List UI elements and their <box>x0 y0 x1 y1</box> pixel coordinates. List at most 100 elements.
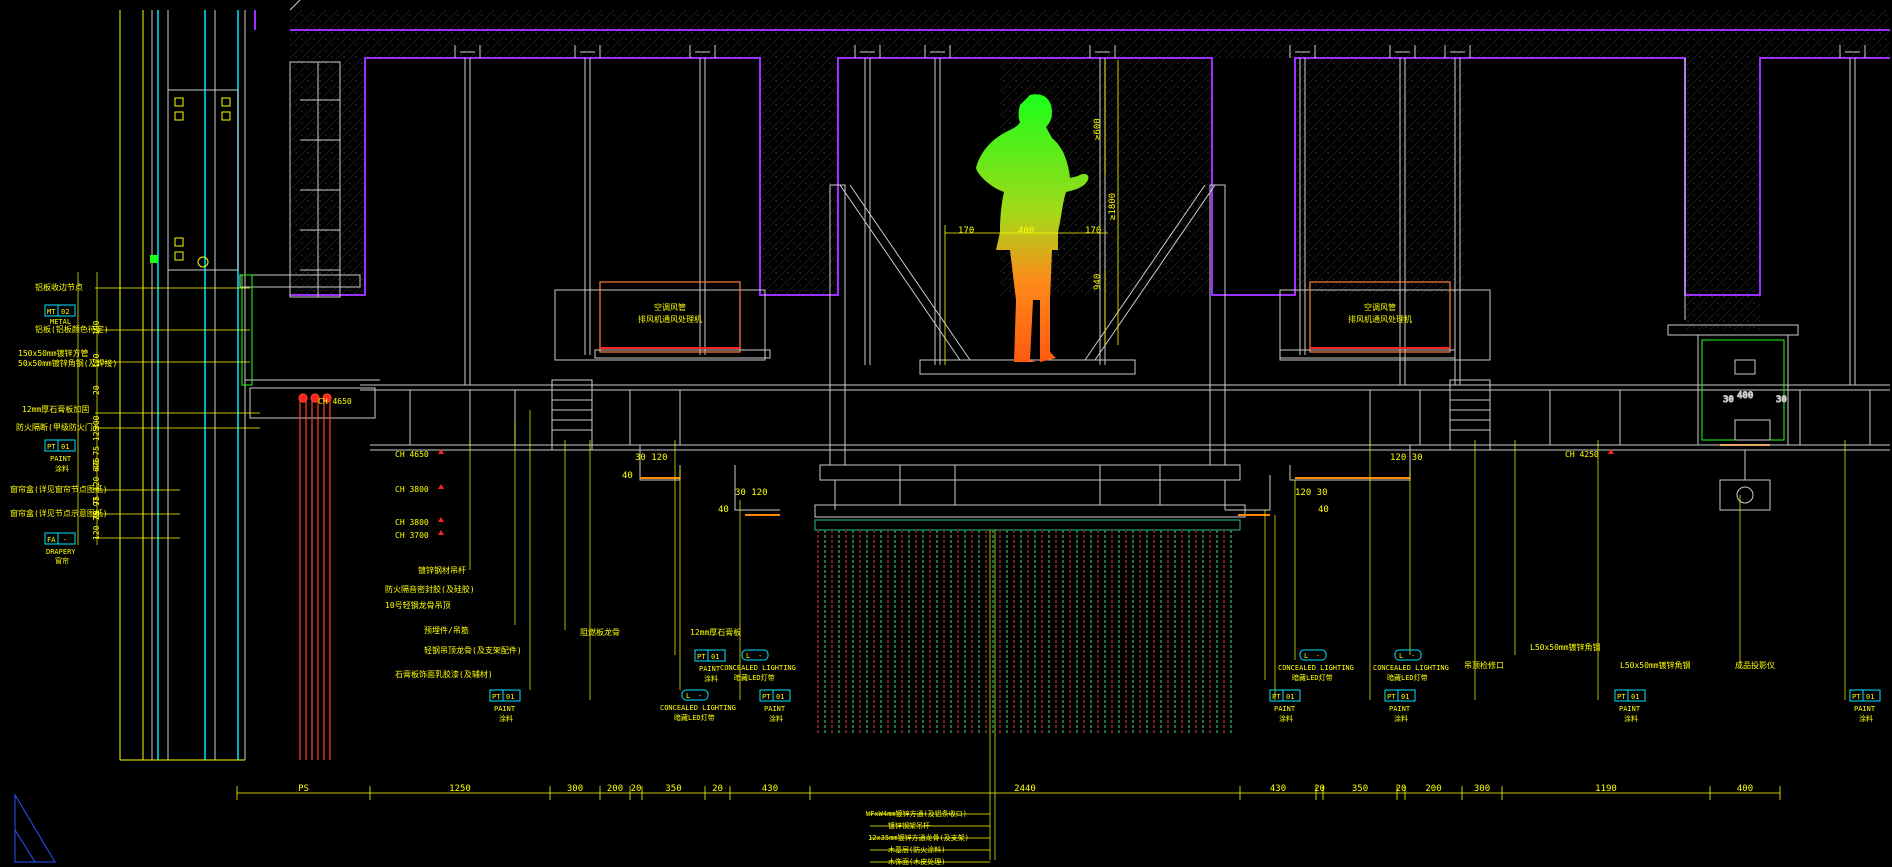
paint-text: PAINT <box>1619 705 1641 713</box>
concealed-text: CONCEALED LIGHTING <box>660 704 736 712</box>
right-note-4: 成品投影仪 <box>1735 660 1775 670</box>
ch-markers <box>438 449 1614 535</box>
pt-tag-num: 01 <box>711 653 719 661</box>
paint-cn: 涂料 <box>55 464 69 473</box>
left-dim-3: 20 <box>92 385 101 395</box>
ucs-axis-icon <box>14 793 56 863</box>
bottom-dim-label: 200 <box>1425 784 1441 794</box>
bottom-note-1: WFxW4mm镀锌方通(及铝条收口) <box>866 809 967 818</box>
figure-dim-6: 940 <box>1093 274 1103 290</box>
left-dim-1: 190 <box>92 320 101 335</box>
corner-dim-r3: 40 <box>1318 505 1329 515</box>
mid-note-2: 防火隔音密封胶(及硅胶) <box>385 584 475 594</box>
ceiling-height-labels: CH 4650 CH 4650 CH 3800 CH 3800 CH 3700 … <box>318 397 1599 540</box>
ch-label-6: CH 4250 <box>1565 450 1599 459</box>
pt-tag-code: PT <box>1617 693 1626 701</box>
pt-tag-code: PT <box>1852 693 1861 701</box>
paint-cn: 涂料 <box>769 714 783 723</box>
l-tag-code: L <box>746 652 750 660</box>
concealed-text: CONCEALED LIGHTING <box>720 664 796 672</box>
equipment-cabinet: 30 400 30 <box>1667 324 1799 511</box>
bottom-dim-label: 20 <box>1314 784 1325 794</box>
l-tag-num: - <box>758 652 762 660</box>
paint-tag-left: PT 01 PAINT 涂料 <box>44 439 76 473</box>
l-tag-code: L <box>686 692 690 700</box>
pt-tag-num: 01 <box>1401 693 1409 701</box>
paint-cn: 涂料 <box>499 714 513 723</box>
mid-leaders <box>469 410 1846 700</box>
pt-tag-num: 01 <box>1866 693 1874 701</box>
paint-cn: 涂料 <box>1624 714 1638 723</box>
corner-dim-l3: 40 <box>622 471 633 481</box>
bottom-note-3: 12x35mm镀锌方通龙骨(及支架) <box>868 833 969 842</box>
bottom-dim-label: 20 <box>631 784 642 794</box>
pt-tag-code: PT <box>1387 693 1396 701</box>
mid-note-3: 10号轻钢龙骨吊顶 <box>385 600 451 610</box>
bottom-dim-label: 300 <box>1474 784 1490 794</box>
ceiling-grid <box>360 379 1890 451</box>
figure-dim-2: 400 <box>1018 226 1034 236</box>
right-dim-2: 400 <box>1737 391 1753 401</box>
right-dim-1: 30 <box>1723 395 1734 405</box>
concealed-cn: 暗藏LED灯带 <box>674 713 715 722</box>
pt-tag-code: PT <box>1272 693 1281 701</box>
duct-left: 空调风管 排风机通风处理机 <box>554 281 771 361</box>
pt-tag-num: 01 <box>1286 693 1294 701</box>
paint-text: PAINT <box>1854 705 1876 713</box>
drapery-cn: 窗帘 <box>55 556 69 565</box>
paint-text: PAINT <box>699 665 721 673</box>
paint-text: PAINT <box>764 705 786 713</box>
metal-tag-num: 02 <box>61 308 69 316</box>
pt-tag-code: PT <box>492 693 501 701</box>
pt-tag-code: PT <box>47 443 56 451</box>
fa-tag-num: - <box>63 536 67 544</box>
ch-label-4: CH 3800 <box>395 518 429 527</box>
right-note-1: 吊顶检修口 <box>1464 660 1504 670</box>
bottom-dim-label: 1190 <box>1595 784 1617 794</box>
pt-tag-code: PT <box>762 693 771 701</box>
drapery-text: DRAPERY <box>46 548 76 556</box>
pt-tag-code: PT <box>697 653 706 661</box>
bottom-dim-label: 1250 <box>449 784 471 794</box>
concealed-text: CONCEALED LIGHTING <box>1373 664 1449 672</box>
mid-note-8: 阻燃板龙骨 <box>580 627 620 637</box>
bottom-note-2: 镀锌钢架吊杆 <box>888 821 930 830</box>
pt-tag-num: 01 <box>506 693 514 701</box>
red-slot-lights <box>298 393 332 760</box>
fa-tag-code: FA <box>47 536 56 544</box>
bottom-dim-label: 20 <box>712 784 723 794</box>
mid-note-7: 12mm厚石膏板 <box>690 627 741 637</box>
bottom-annotations: WFxW4mm镀锌方通(及铝条收口) 镀锌钢架吊杆 12x35mm镀锌方通龙骨(… <box>866 809 969 866</box>
paint-text: PAINT <box>1274 705 1296 713</box>
bottom-dim-label: 2440 <box>1014 784 1036 794</box>
l-tag-num: - <box>698 692 702 700</box>
bottom-dim-label: 200 <box>607 784 623 794</box>
pt-tag-num: 01 <box>776 693 784 701</box>
figure-dim-3: 170 <box>1085 226 1101 236</box>
bottom-dim-label: 400 <box>1737 784 1753 794</box>
metal-text: METAL <box>50 318 71 326</box>
figure-dim-5: ≥1800 <box>1108 193 1118 220</box>
corner-dim-r2: 120 30 <box>1390 453 1423 463</box>
paint-cn: 涂料 <box>1279 714 1293 723</box>
bottom-dim-label: 350 <box>1352 784 1368 794</box>
duct-left-label-2: 排风机通风处理机 <box>638 314 702 324</box>
pt-tag-num: 01 <box>61 443 69 451</box>
bottom-note-4: 木基层(防火涂料) <box>888 845 945 854</box>
ch-label-5: CH 3700 <box>395 531 429 540</box>
left-leaders <box>77 272 260 545</box>
left-note-3: 150x50mm镀锌方管 <box>18 348 89 358</box>
figure-dim-4: ≥600 <box>1093 118 1103 140</box>
bottom-dim-label: 350 <box>665 784 681 794</box>
pt-tag-num: 01 <box>1631 693 1639 701</box>
bottom-note-5: 木饰面(木皮处理) <box>888 857 945 866</box>
ch-label-2: CH 4650 <box>395 450 429 459</box>
concrete-slab <box>254 10 1890 330</box>
mid-note-4: 预埋件/吊筋 <box>424 625 469 635</box>
l-tag-num: - <box>1411 652 1415 660</box>
metal-tag-code: MT <box>47 308 56 316</box>
mid-note-6: 石膏板饰面乳胶漆(及辅材) <box>395 669 493 679</box>
left-note-4: 50x50mm镀锌角钢(及焊接) <box>18 358 117 368</box>
concealed-cn: 暗藏LED灯带 <box>734 673 775 682</box>
drapery-rods <box>814 519 1241 735</box>
